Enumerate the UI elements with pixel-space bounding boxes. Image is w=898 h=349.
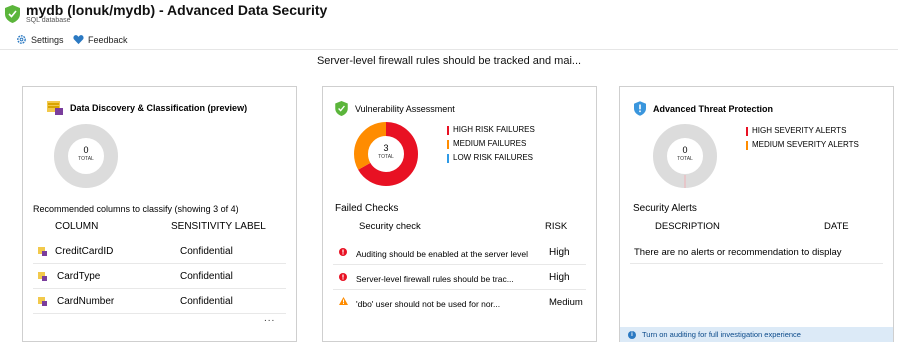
sensitivity-label: Confidential <box>180 296 233 307</box>
column-icon <box>38 272 47 284</box>
command-bar: Settings Feedback <box>0 30 898 50</box>
risk-legend: HIGH RISK FAILURES MEDIUM FAILURES LOW R… <box>447 123 535 165</box>
column-name: CardType <box>57 271 101 282</box>
check-risk: High <box>549 247 570 258</box>
empty-alerts-row: There are no alerts or recommendation to… <box>630 239 883 264</box>
section-title: Recommended columns to classify (showing… <box>33 204 239 214</box>
column-name: CardNumber <box>57 296 115 307</box>
risk-header: RISK <box>545 221 568 232</box>
section-title: Failed Checks <box>335 203 399 214</box>
classification-icon <box>47 101 63 115</box>
page-subtitle: SQL database <box>26 17 71 24</box>
check-text: Server-level firewall rules should be tr… <box>356 274 514 284</box>
vulnerability-assessment-card[interactable]: Vulnerability Assessment 3 TOTAL HIGH RI… <box>322 86 597 342</box>
heart-icon <box>73 35 84 45</box>
card-title: Vulnerability Assessment <box>335 101 455 116</box>
audit-info-bar[interactable]: i Turn on auditing for full investigatio… <box>620 327 893 342</box>
error-icon <box>339 248 347 259</box>
sensitivity-label-header: SENSITIVITY LABEL <box>171 221 266 232</box>
more-ellipsis[interactable]: ... <box>264 313 275 324</box>
failed-check-row[interactable]: Server-level firewall rules should be tr… <box>333 265 586 290</box>
donut-total-label: TOTAL <box>78 156 94 162</box>
feedback-label: Feedback <box>88 34 128 45</box>
legend-item-high: HIGH SEVERITY ALERTS <box>746 124 859 138</box>
page-title: mydb (lonuk/mydb) - Advanced Data Securi… <box>26 2 328 18</box>
settings-label: Settings <box>31 34 64 45</box>
security-check-header: Security check <box>359 221 421 232</box>
legend-item-medium: MEDIUM SEVERITY ALERTS <box>746 138 859 152</box>
failed-check-row[interactable]: Auditing should be enabled at the server… <box>333 240 586 265</box>
info-text: Turn on auditing for full investigation … <box>642 330 801 339</box>
legend-item-low: LOW RISK FAILURES <box>447 151 535 165</box>
column-name: CreditCardID <box>55 246 114 257</box>
column-icon <box>38 297 47 309</box>
empty-alerts-text: There are no alerts or recommendation to… <box>634 247 842 258</box>
description-header: DESCRIPTION <box>655 221 720 232</box>
check-risk: Medium <box>549 297 583 308</box>
settings-button[interactable]: Settings <box>16 34 64 45</box>
donut-total-value: 0 <box>682 145 688 155</box>
donut-total-value: 3 <box>383 143 389 153</box>
threat-protection-card[interactable]: Advanced Threat Protection 0 TOTAL HIGH … <box>619 86 894 342</box>
shield-icon <box>5 5 20 23</box>
data-discovery-card[interactable]: Data Discovery & Classification (preview… <box>22 86 297 342</box>
table-row[interactable]: CreditCardID Confidential <box>33 239 286 264</box>
card-title: Data Discovery & Classification (preview… <box>47 101 247 115</box>
error-icon <box>339 273 347 284</box>
donut-total-label: TOTAL <box>378 154 394 160</box>
shield-info-icon <box>634 101 646 116</box>
sensitivity-label: Confidential <box>180 271 233 282</box>
failed-check-row[interactable]: 'dbo' user should not be used for nor...… <box>333 290 586 315</box>
legend-item-high: HIGH RISK FAILURES <box>447 123 535 137</box>
donut-total-value: 0 <box>83 145 89 155</box>
info-icon: i <box>628 330 636 339</box>
date-header: DATE <box>824 221 849 232</box>
recommendation-banner[interactable]: Server-level firewall rules should be tr… <box>0 55 898 67</box>
check-text: Auditing should be enabled at the server… <box>356 249 529 259</box>
check-text: 'dbo' user should not be used for nor... <box>356 299 501 309</box>
donut-total-label: TOTAL <box>677 156 693 162</box>
column-header: COLUMN <box>55 221 99 232</box>
feedback-button[interactable]: Feedback <box>73 34 128 45</box>
legend-item-medium: MEDIUM FAILURES <box>447 137 535 151</box>
severity-legend: HIGH SEVERITY ALERTS MEDIUM SEVERITY ALE… <box>746 124 859 152</box>
card-title-text: Vulnerability Assessment <box>355 103 455 114</box>
sensitivity-label: Confidential <box>180 246 233 257</box>
warning-icon <box>339 297 348 308</box>
card-title-text: Advanced Threat Protection <box>653 103 774 114</box>
check-risk: High <box>549 272 570 283</box>
gear-icon <box>17 35 26 44</box>
blade-header: mydb (lonuk/mydb) - Advanced Data Securi… <box>0 0 898 30</box>
card-title-text: Data Discovery & Classification (preview… <box>70 103 248 113</box>
shield-check-icon <box>335 101 348 116</box>
table-row[interactable]: CardNumber Confidential <box>33 289 286 314</box>
table-row[interactable]: CardType Confidential <box>33 264 286 289</box>
card-title: Advanced Threat Protection <box>634 101 773 116</box>
section-title: Security Alerts <box>633 203 697 214</box>
column-icon <box>38 247 47 259</box>
